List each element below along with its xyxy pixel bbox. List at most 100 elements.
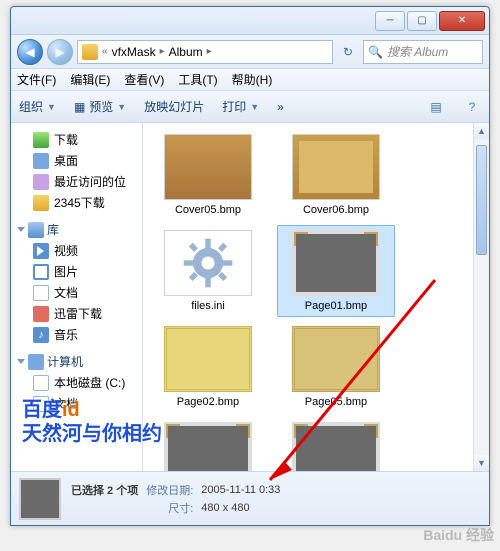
vertical-scrollbar[interactable]: ▲ ▼ [473,123,489,471]
file-item[interactable]: Page05.bmp [277,321,395,413]
search-placeholder: 搜索 Album [387,43,448,60]
forward-button[interactable]: ▶ [47,39,73,65]
menu-file[interactable]: 文件(F) [17,71,56,88]
menu-tools[interactable]: 工具(T) [178,71,217,88]
chevron-down-icon: ▼ [47,102,56,112]
nav-label: 音乐 [54,326,78,343]
close-button[interactable]: ✕ [439,11,485,31]
nav-documents[interactable]: 文档 [15,282,138,303]
details-pane: 已选择 2 个项 修改日期: 2005-11-11 0:33 尺寸: 480 x… [11,471,489,525]
titlebar: ─ ▢ ✕ [11,7,489,35]
nav-desktop[interactable]: 桌面 [15,150,138,171]
chevron-right-icon: ▸ [207,46,212,57]
back-button[interactable]: ◀ [17,39,43,65]
nav-label: 库 [47,221,59,238]
nav-label: 计算机 [47,353,83,370]
document-icon [33,396,49,412]
help-button[interactable]: ? [463,98,481,116]
file-item[interactable]: Page02.bmp [149,321,267,413]
slideshow-button[interactable]: 放映幻灯片 [144,98,204,115]
menu-edit[interactable]: 编辑(E) [70,71,110,88]
details-size-value: 480 x 480 [201,502,280,514]
nav-libraries[interactable]: 库 [17,221,138,238]
nav-downloads[interactable]: 下载 [15,129,138,150]
scroll-thumb[interactable] [476,145,487,255]
nav-label: 下载 [54,131,78,148]
breadcrumb-seg[interactable]: Album [169,45,203,59]
nav-pane: 下载 桌面 最近访问的位 2345下载 库 视频 图片 文档 迅雷下载 ♪音乐 … [11,123,143,471]
watermark-text: Baidu 经验 [423,527,494,543]
breadcrumb-seg[interactable]: vfxMask [112,45,156,59]
nav-music[interactable]: ♪音乐 [15,324,138,345]
file-name: files.ini [191,300,225,312]
forward-arrow-icon: ▶ [55,45,64,59]
library-icon [28,222,44,238]
file-item[interactable]: Cover05.bmp [149,129,267,221]
more-button[interactable]: » [277,100,284,114]
preview-icon: ▦ [74,100,85,114]
chevron-down-icon: ▼ [250,102,259,112]
file-name: Cover06.bmp [303,204,369,216]
nav-recent[interactable]: 最近访问的位 [15,171,138,192]
nav-label: 文档 [54,395,78,412]
scroll-track[interactable] [474,139,489,455]
address-row: ◀ ▶ « vfxMask ▸ Album ▸ ↻ 🔍 搜索 Album [11,35,489,69]
minimize-icon: ─ [386,15,393,26]
xunlei-icon [33,306,49,322]
scroll-up-button[interactable]: ▲ [474,123,489,139]
organize-label: 组织 [19,98,43,115]
nav-pictures[interactable]: 图片 [15,261,138,282]
file-grid[interactable]: Cover05.bmp Cover06.bmp files.ini Page01… [143,123,473,471]
nav-xunlei[interactable]: 迅雷下载 [15,303,138,324]
thumbnail [292,230,380,296]
search-input[interactable]: 🔍 搜索 Album [363,40,483,64]
menu-help[interactable]: 帮助(H) [232,71,273,88]
gear-icon [181,236,235,290]
chevron-right-icon: » [277,100,284,114]
drive-icon [33,375,49,391]
details-preview-thumb [19,478,61,520]
refresh-icon: ↻ [343,45,353,59]
preview-button[interactable]: ▦ 预览 ▼ [74,98,126,115]
nav-documents2[interactable]: 文档 [15,393,138,414]
minimize-button[interactable]: ─ [375,11,405,31]
explorer-window: ─ ▢ ✕ ◀ ▶ « vfxMask ▸ Album ▸ ↻ 🔍 搜索 Alb… [10,6,490,526]
details-size-label: 尺寸: [146,500,193,516]
file-item-selected[interactable]: Page01.bmp [277,225,395,317]
view-mode-button[interactable]: ▤ [427,98,445,116]
triangle-down-icon [17,227,25,232]
chevron-down-icon: ▼ [117,102,126,112]
document-icon [33,285,49,301]
thumbnail [292,134,380,200]
scroll-down-button[interactable]: ▼ [474,455,489,471]
thumbnail [292,326,380,392]
nav-videos[interactable]: 视频 [15,240,138,261]
thumbnail [292,422,380,471]
menubar: 文件(F) 编辑(E) 查看(V) 工具(T) 帮助(H) [11,69,489,91]
maximize-button[interactable]: ▢ [407,11,437,31]
organize-button[interactable]: 组织 ▼ [19,98,56,115]
thumbnail [164,230,252,296]
body: 下载 桌面 最近访问的位 2345下载 库 视频 图片 文档 迅雷下载 ♪音乐 … [11,123,489,471]
nav-label: 文档 [54,284,78,301]
file-item[interactable]: Cover06.bmp [277,129,395,221]
search-icon: 🔍 [368,45,383,59]
details-summary: 已选择 2 个项 [71,482,138,498]
nav-local-c[interactable]: 本地磁盘 (C:) [15,372,138,393]
file-item[interactable]: files.ini [149,225,267,317]
print-button[interactable]: 打印▼ [222,98,259,115]
file-item[interactable] [149,417,267,471]
nav-label: 视频 [54,242,78,259]
nav-label: 迅雷下载 [54,305,102,322]
nav-2345[interactable]: 2345下载 [15,192,138,213]
nav-label: 2345下载 [54,194,105,211]
menu-view[interactable]: 查看(V) [124,71,164,88]
breadcrumb[interactable]: « vfxMask ▸ Album ▸ [77,40,333,64]
refresh-button[interactable]: ↻ [337,41,359,63]
file-item[interactable] [277,417,395,471]
nav-computer[interactable]: 计算机 [17,353,138,370]
toolbar: 组织 ▼ ▦ 预览 ▼ 放映幻灯片 打印▼ » ▤ ? [11,91,489,123]
nav-label: 图片 [54,263,78,280]
video-icon [33,243,49,259]
preview-label: 预览 [89,98,113,115]
